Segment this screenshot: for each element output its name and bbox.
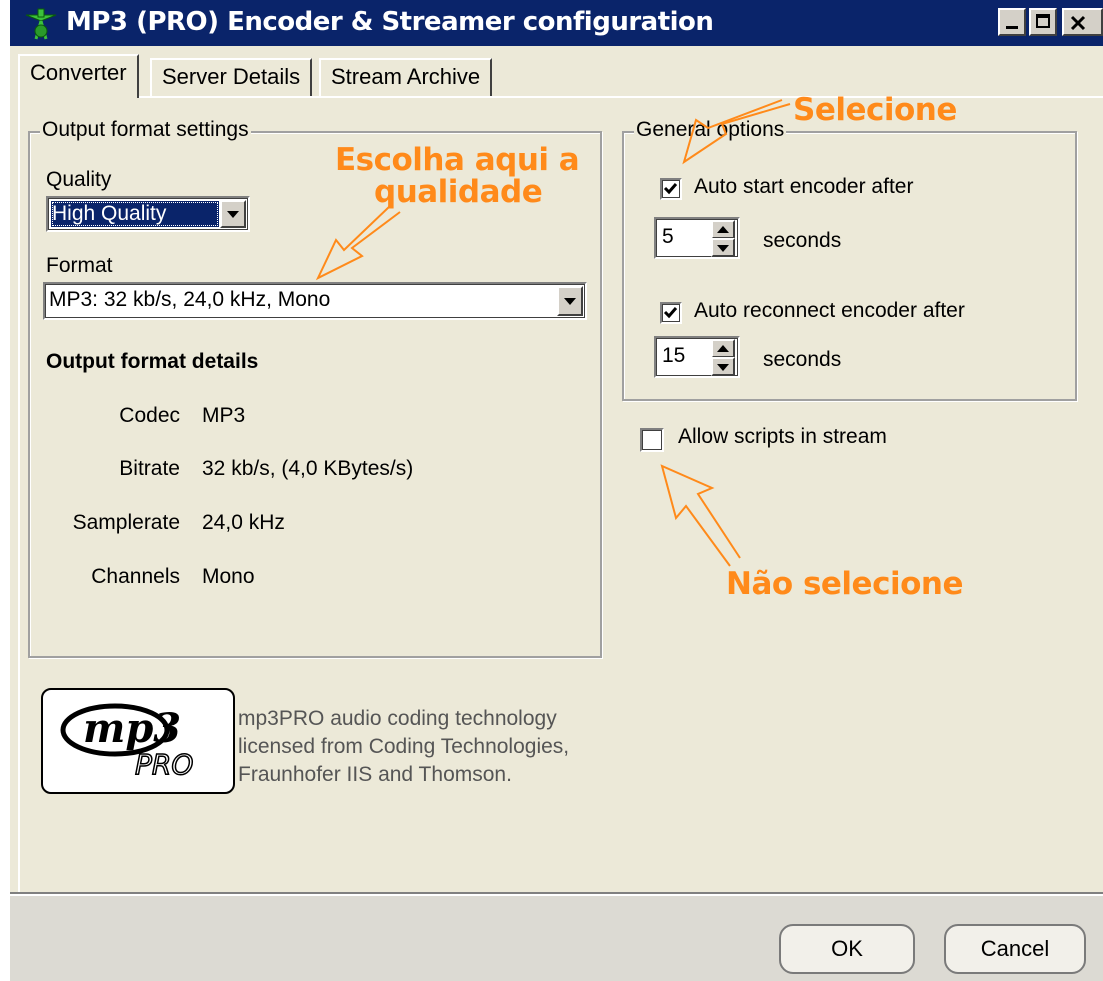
annotation-select: Selecione — [793, 92, 957, 128]
annotation-dont-select: Não selecione — [726, 566, 963, 602]
cancel-button[interactable]: Cancel — [944, 924, 1086, 974]
ok-button[interactable]: OK — [779, 924, 915, 974]
annotation-quality-line2: qualidade — [374, 174, 543, 210]
button-bar — [10, 896, 1103, 981]
tab-converter[interactable]: Converter — [18, 54, 139, 98]
annotation-quality-line1: Escolha aqui a — [335, 142, 580, 178]
